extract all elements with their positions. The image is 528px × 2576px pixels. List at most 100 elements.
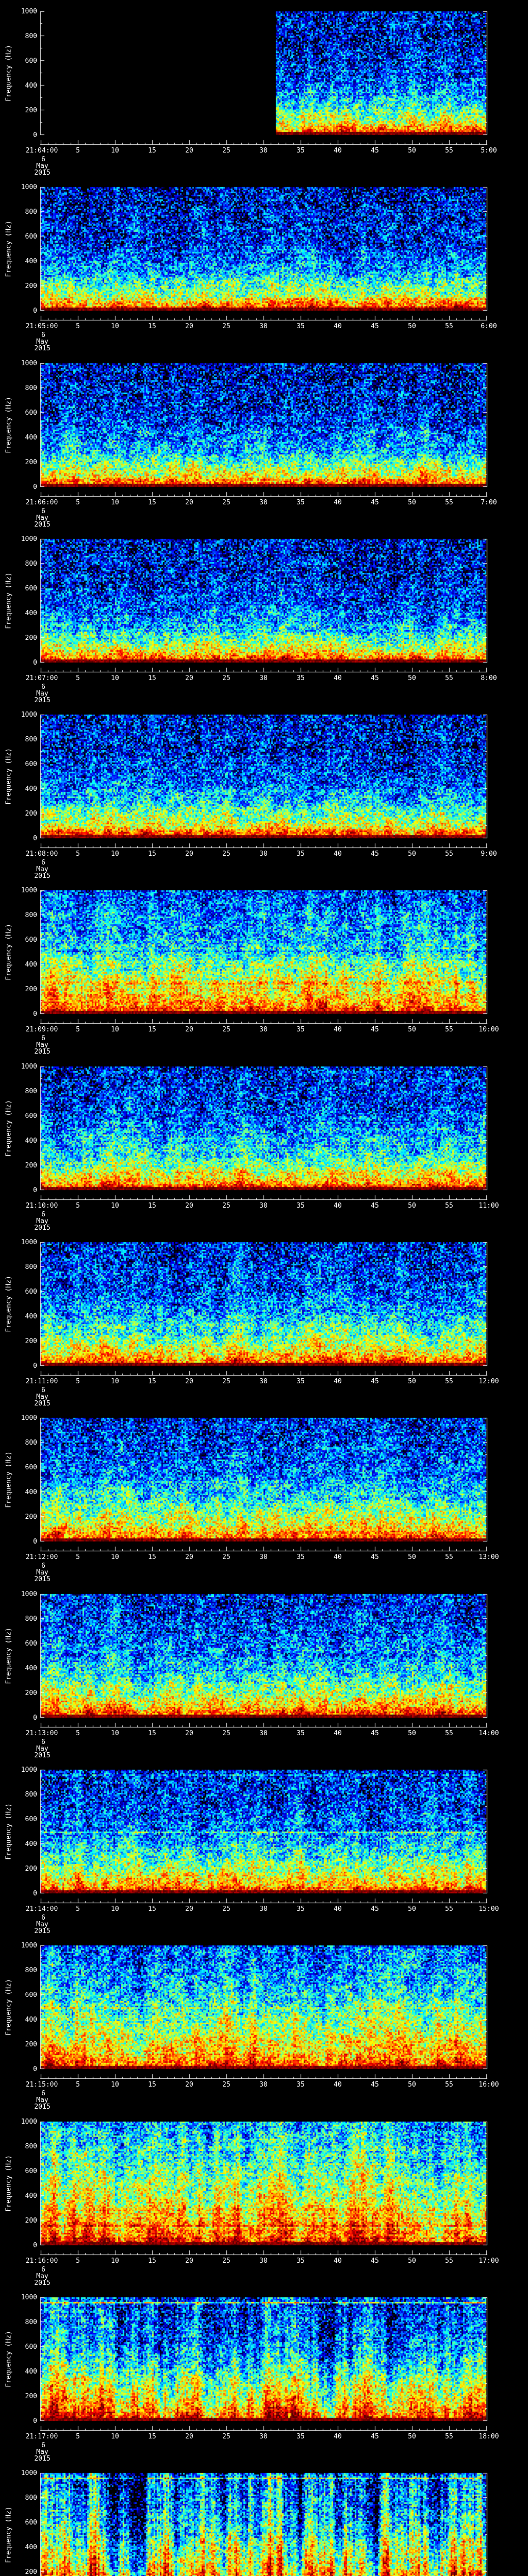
x-axis-tick-label: 55 (445, 498, 453, 506)
spectrogram-panel: Frequency (Hz) 1000 800 600 400 200 0 21:09:00 5… (0, 879, 528, 1055)
x-axis-tick-label: 35 (296, 1905, 305, 1913)
x-axis-tick-label: 15 (148, 1905, 156, 1913)
x-axis-tick-label: 45 (371, 1026, 379, 1034)
date-year-label: 2015 (34, 2454, 51, 2463)
x-axis-tick-label: 15 (148, 1201, 156, 1210)
y-axis-title: Frequency (Hz) (5, 572, 13, 629)
x-axis-start-time-label: 21:11:00 (25, 1378, 58, 1386)
x-axis-start-time-label: 21:04:00 (25, 147, 58, 155)
x-axis-tick-label: 35 (296, 498, 305, 506)
x-axis-tick-label: 55 (445, 1378, 453, 1386)
x-axis-tick-label: 30 (259, 1378, 268, 1386)
x-axis-tick-label: 20 (185, 147, 193, 155)
x-axis-tick-label: 35 (296, 2081, 305, 2089)
date-year-label: 2015 (34, 1927, 51, 1935)
x-axis-tick-label: 50 (408, 323, 416, 331)
spectrogram-panel: Frequency (Hz) 1000 800 600 400 200 0 21:11:00 5… (0, 1231, 528, 1407)
y-axis-tick-label: 200 (25, 1513, 37, 1521)
x-axis-tick-label: 15 (148, 1553, 156, 1562)
x-axis-tick-label: 5 (76, 147, 80, 155)
y-axis-tick-label: 1000 (21, 1062, 37, 1071)
x-axis-tick-label: 55 (445, 1905, 453, 1913)
x-axis-tick-label: 30 (259, 2257, 268, 2265)
y-axis-tick-label: 400 (25, 1137, 37, 1145)
x-axis-tick-label: 15 (148, 1026, 156, 1034)
y-axis-tick-label: 1000 (21, 2469, 37, 2478)
x-axis-tick-label: 40 (334, 674, 342, 682)
x-axis-start-time-label: 21:17:00 (25, 2432, 58, 2441)
x-axis-tick-label: 25 (222, 1905, 230, 1913)
x-axis-tick-label: 30 (259, 147, 268, 155)
x-axis-tick-label: 40 (334, 850, 342, 858)
x-axis-tick-label: 50 (408, 2257, 416, 2265)
x-axis-tick-label: 40 (334, 1729, 342, 1737)
y-axis-tick-label: 200 (25, 2216, 37, 2225)
x-axis-tick-label: 25 (222, 2081, 230, 2089)
x-axis-tick-label: 30 (259, 674, 268, 682)
spectrogram-panel: Frequency (Hz) 1000 800 600 400 200 0 21:08:00 5… (0, 703, 528, 879)
date-year-label: 2015 (34, 1224, 51, 1232)
x-axis-end-time-label: 13:00 (478, 1553, 499, 1562)
x-axis-tick-label: 20 (185, 674, 193, 682)
x-axis-tick-label: 10 (111, 1026, 119, 1034)
y-axis-tick-label: 800 (25, 1790, 37, 1799)
y-axis-tick-label: 200 (25, 1865, 37, 1873)
date-year-label: 2015 (34, 520, 51, 529)
x-axis-tick-label: 45 (371, 2081, 379, 2089)
x-axis-tick-label: 45 (371, 1201, 379, 1210)
x-axis-tick-label: 25 (222, 147, 230, 155)
y-axis-title: Frequency (Hz) (5, 221, 13, 278)
y-axis-tick-label: 0 (33, 2417, 37, 2425)
y-axis-tick-label: 400 (25, 2192, 37, 2200)
x-axis-tick-label: 35 (296, 1378, 305, 1386)
x-axis-tick-label: 10 (111, 1378, 119, 1386)
x-axis-tick-label: 45 (371, 498, 379, 506)
x-axis-tick-label: 15 (148, 2257, 156, 2265)
y-axis-tick-label: 1000 (21, 8, 37, 15)
spectrogram-panel: Frequency (Hz) 1000 800 600 400 200 0 21:05:00 5… (0, 176, 528, 352)
x-axis-end-time-label: 14:00 (478, 1729, 499, 1737)
y-axis-tick-label: 1000 (21, 359, 37, 367)
y-axis-tick-label: 600 (25, 57, 37, 65)
x-axis-tick-label: 30 (259, 2081, 268, 2089)
x-axis-tick-label: 10 (111, 147, 119, 155)
x-axis-tick-label: 10 (111, 1553, 119, 1562)
x-axis-end-time-label: 10:00 (478, 1026, 499, 1034)
y-axis-title: Frequency (Hz) (5, 2506, 13, 2563)
y-axis-tick-label: 200 (25, 1689, 37, 1697)
x-axis-tick-label: 20 (185, 1201, 193, 1210)
x-axis-tick-label: 35 (296, 1553, 305, 1562)
x-axis-end-time-label: 6:00 (481, 323, 497, 331)
y-axis-tick-label: 800 (25, 1087, 37, 1095)
date-year-label: 2015 (34, 169, 51, 177)
x-axis-tick-label: 5 (76, 498, 80, 506)
y-axis-tick-label: 0 (33, 1714, 37, 1722)
x-axis-tick-label: 5 (76, 2081, 80, 2089)
x-axis-start-time-label: 21:14:00 (25, 1905, 58, 1913)
x-axis-tick-label: 40 (334, 323, 342, 331)
y-axis-title: Frequency (Hz) (5, 2331, 13, 2387)
x-axis-start-time-label: 21:06:00 (25, 498, 58, 506)
y-axis-title: Frequency (Hz) (5, 2155, 13, 2212)
x-axis-start-time-label: 21:12:00 (25, 1553, 58, 1562)
y-axis-tick-label: 0 (33, 483, 37, 491)
y-axis-tick-label: 600 (25, 1288, 37, 1296)
x-axis-tick-label: 40 (334, 2257, 342, 2265)
y-axis-tick-label: 400 (25, 609, 37, 617)
y-axis-tick-label: 400 (25, 2016, 37, 2024)
y-axis-tick-label: 200 (25, 2568, 37, 2576)
x-axis-tick-label: 45 (371, 1729, 379, 1737)
x-axis-tick-label: 50 (408, 2081, 416, 2089)
y-axis-tick-label: 800 (25, 1967, 37, 1975)
x-axis-start-time-label: 21:07:00 (25, 674, 58, 682)
x-axis-tick-label: 40 (334, 147, 342, 155)
y-axis-tick-label: 1000 (21, 1590, 37, 1598)
y-axis-tick-label: 1000 (21, 183, 37, 192)
x-axis-tick-label: 5 (76, 2432, 80, 2441)
x-axis-tick-label: 30 (259, 1553, 268, 1562)
x-axis-tick-label: 5 (76, 1378, 80, 1386)
x-axis-tick-label: 20 (185, 1378, 193, 1386)
x-axis-tick-label: 35 (296, 1729, 305, 1737)
x-axis-tick-label: 15 (148, 674, 156, 682)
x-axis-tick-label: 25 (222, 2257, 230, 2265)
